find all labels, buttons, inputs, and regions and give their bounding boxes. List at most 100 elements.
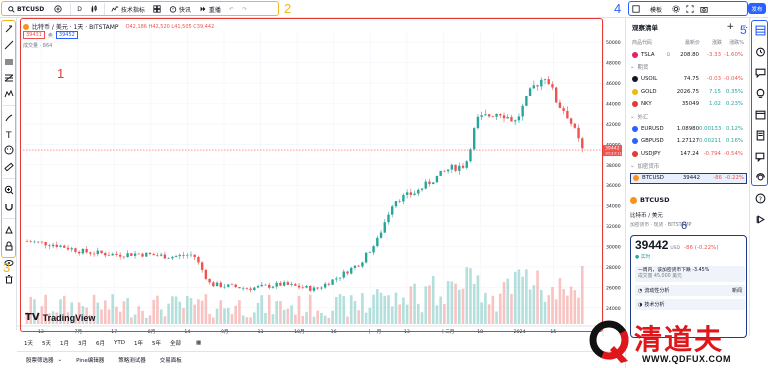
sidebar-chat[interactable] — [752, 64, 768, 80]
tool-zoom-in[interactable] — [2, 183, 16, 197]
watchlist-column-header[interactable]: 涨跌 — [700, 39, 722, 46]
range-button[interactable]: 5天 — [42, 339, 51, 347]
bottom-panel-tab[interactable]: 策略测试器 — [118, 356, 146, 364]
watchlist-pct: -0.04% — [723, 76, 743, 82]
add-symbol-icon[interactable]: + — [726, 22, 734, 32]
watchlist-title[interactable]: 观察清单 — [632, 22, 658, 32]
watchlist-column-header[interactable]: 最新价 — [676, 39, 700, 46]
publish-button[interactable]: 发布 — [748, 3, 766, 14]
goto-date-icon[interactable]: ▦ — [196, 340, 201, 346]
compare-button[interactable] — [48, 2, 68, 16]
bottom-panel-tab[interactable]: Pine编辑器 — [76, 356, 104, 364]
watchlist-section-header[interactable]: ⌄ 期货 — [630, 62, 747, 73]
tool-cursor[interactable] — [2, 22, 16, 36]
watchlist-row[interactable]: EURUSD 1.08980 0.00133 0.12% — [630, 123, 747, 134]
tool-separator — [3, 177, 15, 179]
range-button[interactable]: 6月 — [96, 339, 105, 347]
sidebar-watchlist[interactable] — [752, 22, 768, 38]
chevron-down-icon[interactable]: ⌄ — [58, 357, 63, 363]
technicals-icon: ◑ — [638, 301, 643, 308]
watchlist-row[interactable]: GOLD 2026.75 7.15 0.35% — [630, 86, 747, 97]
tool-emoji[interactable] — [2, 143, 16, 157]
sidebar-replay-sidebar[interactable] — [752, 211, 768, 227]
ideas-icon — [756, 88, 764, 98]
watchlist-row[interactable]: USOIL 74.75 -0.03 -0.04% — [630, 74, 747, 85]
tool-magnet[interactable] — [2, 200, 16, 214]
watchlist-last: 74.75 — [683, 76, 699, 82]
watchlist-body: TSLA D 208.80 -3.33 -1.60% ⌄ 期货 USOIL 74.75 -0.03… — [630, 48, 747, 208]
sidebar-help[interactable]: ? — [752, 190, 768, 206]
tool-trend-line[interactable] — [2, 38, 16, 52]
tool-separator — [3, 105, 15, 107]
detail-note[interactable]: 一周内，该加密货币下跌 -3.45% 成交量 45,000 美元 — [635, 266, 745, 282]
replay-button[interactable]: 重播 — [195, 2, 225, 16]
symbol-search-button[interactable]: BTCUSD — [4, 2, 48, 16]
watchlist-section-header[interactable]: ⌄ 加密货币 — [630, 161, 747, 172]
candles-icon — [91, 5, 97, 13]
sidebar-news[interactable] — [752, 127, 768, 143]
tool-fib[interactable] — [2, 71, 16, 85]
watchlist-section-header[interactable]: ⌄ 外汇 — [630, 111, 747, 122]
tool-separator — [3, 217, 15, 219]
sidebar-alarm-clock[interactable] — [752, 43, 768, 59]
detail-item1[interactable]: 流动性分析 — [644, 287, 669, 294]
tool-lock[interactable] — [2, 239, 16, 253]
watchlist-pct: 0.16% — [725, 138, 743, 144]
tool-ruler[interactable] — [2, 160, 16, 174]
sidebar-calendar[interactable] — [752, 106, 768, 122]
watchlist-row[interactable]: USDJPY 147.24 -0.794 -0.54% — [630, 148, 747, 159]
tool-pattern[interactable] — [2, 87, 16, 101]
alert-button[interactable]: 快讯 — [165, 2, 195, 16]
annotation-6: 6 — [681, 220, 688, 232]
detail-price: 39442 — [635, 238, 669, 252]
bottom-panel-tab[interactable]: 交易面板 — [160, 356, 182, 364]
last-price-time: 10:23:11 — [605, 150, 622, 155]
watchlist-row[interactable]: GBPUSD 1.27127 0.00211 0.16% — [630, 136, 747, 147]
range-button[interactable]: 3月 — [78, 339, 87, 347]
watchlist-column-header[interactable]: 涨跌% — [722, 39, 744, 46]
chart-area[interactable]: 5000048000460004400042000400003800036000… — [17, 18, 622, 336]
sidebar-messages[interactable] — [752, 148, 768, 164]
watchlist-row[interactable]: NKY 35049 1.02 0.23% — [630, 99, 747, 110]
cursor-icon — [5, 25, 13, 33]
detail-item2[interactable]: 技术分析 — [644, 301, 664, 308]
symbol-detail: BTCUSD 比特币 / 美元 加密货币 · 现货 · BITSTAMP — [630, 196, 746, 228]
detail-item1-right[interactable]: 新闻 — [732, 287, 742, 294]
watchlist-row[interactable]: BTCUSD 39442 -86 -0.22% — [630, 172, 747, 184]
annotation-1: 1 — [57, 66, 65, 81]
redo-button[interactable]: ↷ — [238, 2, 251, 16]
price-tick-label: 48000 — [606, 61, 621, 67]
sidebar-ideas[interactable] — [752, 85, 768, 101]
watchlist-row[interactable]: TSLA D 208.80 -3.33 -1.60% — [630, 49, 747, 60]
range-button[interactable]: 1年 — [134, 339, 143, 347]
tool-text[interactable]: T — [2, 127, 16, 141]
snapshot-button[interactable] — [700, 4, 708, 15]
range-button[interactable]: YTD — [114, 340, 125, 346]
range-button[interactable]: 全部 — [170, 339, 181, 347]
settings-button[interactable] — [672, 4, 680, 15]
layout-icon — [632, 5, 640, 13]
indicators-button[interactable]: 技术指标 — [107, 2, 149, 16]
watchlist-section-title: 加密货币 — [637, 164, 660, 170]
news-icon — [756, 130, 764, 140]
tool-stay-drawing[interactable] — [2, 223, 16, 237]
range-button[interactable]: 1月 — [60, 339, 69, 347]
range-button[interactable]: 5年 — [152, 339, 161, 347]
alarm-icon — [169, 6, 177, 13]
watchlist-pct: -0.54% — [723, 150, 743, 157]
layout-grid-button[interactable] — [149, 2, 165, 16]
layout-button[interactable] — [632, 4, 640, 15]
undo-button[interactable]: ↶ — [225, 2, 238, 16]
right-icon-sidebar: ? — [749, 18, 768, 336]
tool-horizontal-lines[interactable] — [2, 55, 16, 69]
tool-brush[interactable] — [2, 111, 16, 125]
bottom-panel-tab[interactable]: 股票筛选器 — [26, 356, 54, 364]
fullscreen-button[interactable] — [686, 4, 694, 15]
sidebar-streams[interactable] — [752, 169, 768, 185]
analysis-icon: ◔ — [638, 287, 643, 294]
range-button[interactable]: 1天 — [24, 339, 33, 347]
interval-button[interactable]: D — [73, 2, 86, 16]
watchlist-column-header[interactable]: 商品代码 — [632, 39, 676, 46]
candle-type-button[interactable] — [86, 2, 102, 16]
template-button[interactable]: 模板 — [646, 4, 666, 15]
